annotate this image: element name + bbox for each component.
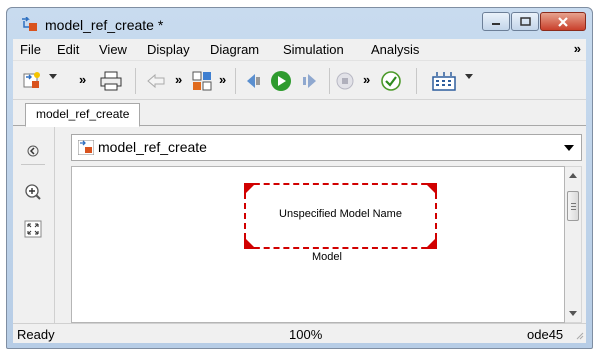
window-controls — [481, 12, 586, 31]
tab-model-ref-create[interactable]: model_ref_create — [25, 103, 141, 127]
library-browser-icon — [192, 71, 212, 91]
grip-line — [571, 209, 576, 210]
collapse-arrow-icon — [27, 145, 39, 157]
new-model-button[interactable] — [21, 70, 43, 92]
menu-diagram[interactable]: Diagram — [210, 42, 259, 57]
app-window: model_ref_create * File Edit View Displa… — [6, 7, 593, 349]
model-browser-address-bar[interactable]: model_ref_create — [71, 134, 582, 161]
block-name[interactable]: Model — [312, 251, 342, 263]
print-button[interactable] — [98, 70, 124, 92]
maximize-icon — [519, 17, 531, 26]
model-advisor-check-icon — [381, 71, 401, 91]
toolbar-overflow-1[interactable]: » — [79, 72, 86, 87]
block-corner — [244, 237, 256, 249]
block-corner — [425, 237, 437, 249]
build-icon — [432, 72, 456, 91]
fit-to-view-button[interactable] — [23, 219, 43, 239]
fit-to-view-icon — [24, 220, 42, 238]
minimize-icon — [492, 22, 500, 25]
run-button[interactable] — [269, 70, 293, 92]
model-reference-block[interactable]: Unspecified Model Name — [244, 183, 437, 249]
menu-analysis[interactable]: Analysis — [371, 42, 419, 57]
block-corner — [244, 183, 256, 195]
stop-button[interactable] — [334, 70, 356, 92]
close-button[interactable] — [540, 12, 586, 31]
new-model-icon — [23, 72, 40, 88]
status-text: Ready — [17, 327, 55, 342]
menu-view[interactable]: View — [99, 42, 127, 57]
zoom-level: 100% — [289, 327, 323, 342]
menu-overflow-button[interactable]: » — [574, 41, 581, 56]
title-bar[interactable]: model_ref_create * — [7, 8, 592, 39]
scroll-down-arrow-icon[interactable] — [569, 311, 577, 316]
step-forward-button[interactable] — [299, 70, 321, 92]
toolbar-overflow-4[interactable]: » — [363, 72, 370, 87]
step-forward-icon — [303, 74, 316, 88]
menu-file[interactable]: File — [20, 42, 41, 57]
address-path: model_ref_create — [98, 139, 207, 155]
build-button[interactable] — [431, 70, 457, 92]
grip-line — [571, 206, 576, 207]
scroll-thumb[interactable] — [567, 191, 579, 221]
solver-name[interactable]: ode45 — [527, 327, 563, 342]
zoom-in-icon — [25, 184, 41, 200]
simulink-model-icon — [22, 17, 37, 31]
block-corner — [425, 183, 437, 195]
model-advisor-button[interactable] — [379, 70, 403, 92]
status-bar: Ready 100% ode45 — [13, 323, 586, 343]
resize-grip-icon[interactable] — [574, 330, 584, 340]
close-icon — [558, 16, 568, 27]
toolbar-separator — [329, 68, 330, 94]
side-separator — [21, 164, 45, 165]
menu-bar: File Edit View Display Diagram Simulatio… — [13, 39, 586, 61]
block-label: Unspecified Model Name — [279, 208, 402, 220]
library-browser-button[interactable] — [191, 70, 213, 92]
stop-icon — [336, 72, 354, 90]
simulink-model-icon — [78, 140, 94, 155]
menu-edit[interactable]: Edit — [57, 42, 79, 57]
toolbar-separator — [135, 68, 136, 94]
back-arrow-icon — [147, 73, 165, 89]
toolbar-separator — [235, 68, 236, 94]
tab-bar: model_ref_create — [13, 101, 586, 127]
menu-display[interactable]: Display — [147, 42, 190, 57]
step-back-button[interactable] — [242, 70, 264, 92]
print-icon — [100, 71, 122, 91]
toolbar-overflow-2[interactable]: » — [175, 72, 182, 87]
toolbar: » » » » — [13, 62, 586, 100]
address-dropdown-icon[interactable] — [564, 145, 574, 151]
model-canvas[interactable]: Unspecified Model Name Model — [71, 166, 565, 323]
window-title: model_ref_create * — [45, 17, 164, 33]
run-icon — [271, 71, 291, 91]
back-button[interactable] — [145, 70, 167, 92]
window-client-area: File Edit View Display Diagram Simulatio… — [13, 39, 586, 343]
menu-simulation[interactable]: Simulation — [283, 42, 344, 57]
build-dropdown[interactable] — [465, 74, 473, 79]
hide-explorer-button[interactable] — [23, 141, 43, 161]
toolbar-overflow-3[interactable]: » — [219, 72, 226, 87]
grip-line — [571, 203, 576, 204]
new-model-dropdown[interactable] — [49, 74, 57, 79]
toolbar-separator — [416, 68, 417, 94]
scroll-up-arrow-icon[interactable] — [569, 173, 577, 178]
maximize-button[interactable] — [511, 12, 539, 31]
minimize-button[interactable] — [482, 12, 510, 31]
zoom-in-button[interactable] — [23, 182, 43, 202]
step-back-icon — [247, 74, 260, 88]
canvas-side-toolbar — [13, 127, 55, 323]
canvas-vertical-scrollbar[interactable] — [565, 166, 582, 323]
